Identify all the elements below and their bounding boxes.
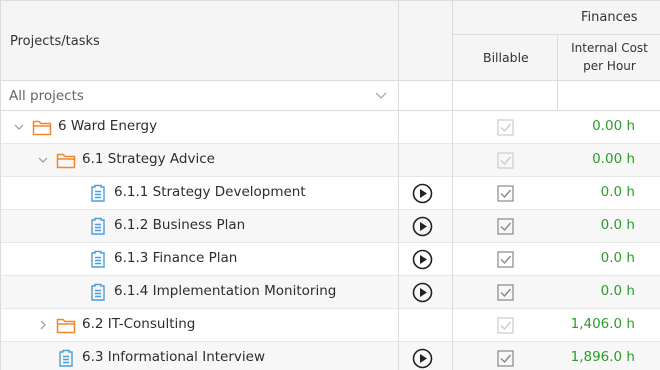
- billable-checkbox[interactable]: [497, 152, 514, 169]
- internal-cost-value: 0.0 h: [600, 184, 635, 200]
- task-label[interactable]: 6.1.1 Strategy Development: [114, 184, 306, 200]
- table-row[interactable]: 6.2 IT-Consulting 1,406.0 h: [1, 309, 660, 342]
- table-row[interactable]: 6 Ward Energy 0.00 h: [1, 111, 660, 144]
- chevron-down-icon[interactable]: [375, 89, 387, 101]
- internal-cost-value: 1,406.0 h: [570, 316, 635, 332]
- clipboard-task-icon: [91, 250, 105, 268]
- column-divider: [557, 35, 558, 111]
- task-label[interactable]: 6.1.3 Finance Plan: [114, 250, 237, 266]
- billable-checkbox[interactable]: [497, 350, 514, 367]
- billable-checkbox[interactable]: [497, 317, 514, 334]
- filter-row: All projects: [1, 81, 660, 111]
- play-timer-icon[interactable]: [412, 183, 433, 204]
- folder-icon: [56, 318, 76, 334]
- table-row[interactable]: 6.1.2 Business Plan 0.0 h: [1, 210, 660, 243]
- task-label[interactable]: 6.1 Strategy Advice: [82, 151, 215, 167]
- internal-cost-value: 0.00 h: [592, 151, 635, 167]
- table-row[interactable]: 6.1 Strategy Advice 0.00 h: [1, 144, 660, 177]
- task-label[interactable]: 6.3 Informational Interview: [82, 349, 265, 365]
- internal-cost-value: 0.0 h: [600, 283, 635, 299]
- play-timer-icon[interactable]: [412, 216, 433, 237]
- clipboard-task-icon: [91, 217, 105, 235]
- table-row[interactable]: 6.1.1 Strategy Development 0.0 h: [1, 177, 660, 210]
- task-label[interactable]: 6.1.4 Implementation Monitoring: [114, 283, 336, 299]
- column-header-billable[interactable]: Billable: [483, 50, 529, 65]
- play-timer-icon[interactable]: [412, 249, 433, 270]
- column-divider: [452, 1, 453, 370]
- task-label[interactable]: 6.1.2 Business Plan: [114, 217, 245, 233]
- clipboard-task-icon: [91, 283, 105, 301]
- folder-icon: [56, 153, 76, 169]
- clipboard-task-icon: [59, 349, 73, 367]
- billable-checkbox[interactable]: [497, 119, 514, 136]
- internal-cost-value: 0.0 h: [600, 250, 635, 266]
- play-timer-icon[interactable]: [412, 348, 433, 369]
- internal-cost-value: 1,896.0 h: [570, 349, 635, 365]
- column-header-internal-cost[interactable]: Internal Cost per Hour: [558, 39, 660, 75]
- column-header-projects-tasks[interactable]: Projects/tasks: [10, 34, 100, 49]
- play-timer-icon[interactable]: [412, 282, 433, 303]
- table-row[interactable]: 6.1.4 Implementation Monitoring 0.0 h: [1, 276, 660, 309]
- column-group-finances: Finances: [581, 10, 638, 25]
- internal-cost-line2: per Hour: [583, 59, 636, 73]
- chevron-down-icon[interactable]: [38, 155, 48, 165]
- project-filter-select[interactable]: All projects: [9, 88, 84, 104]
- task-label[interactable]: 6.2 IT-Consulting: [82, 316, 195, 332]
- project-tree-grid: Projects/tasks Finances Billable Interna…: [0, 0, 660, 370]
- internal-cost-line1: Internal Cost: [571, 41, 648, 55]
- header-actions-cell: [399, 1, 453, 81]
- chevron-right-icon[interactable]: [38, 320, 48, 330]
- task-label[interactable]: 6 Ward Energy: [58, 118, 157, 134]
- table-row[interactable]: 6.1.3 Finance Plan 0.0 h: [1, 243, 660, 276]
- clipboard-task-icon: [91, 184, 105, 202]
- column-divider: [398, 1, 399, 370]
- chevron-down-icon[interactable]: [14, 122, 24, 132]
- billable-checkbox[interactable]: [497, 251, 514, 268]
- internal-cost-value: 0.00 h: [592, 118, 635, 134]
- folder-icon: [32, 120, 52, 136]
- billable-checkbox[interactable]: [497, 284, 514, 301]
- billable-checkbox[interactable]: [497, 218, 514, 235]
- internal-cost-value: 0.0 h: [600, 217, 635, 233]
- billable-checkbox[interactable]: [497, 185, 514, 202]
- table-row[interactable]: 6.3 Informational Interview 1,896.0 h: [1, 342, 660, 370]
